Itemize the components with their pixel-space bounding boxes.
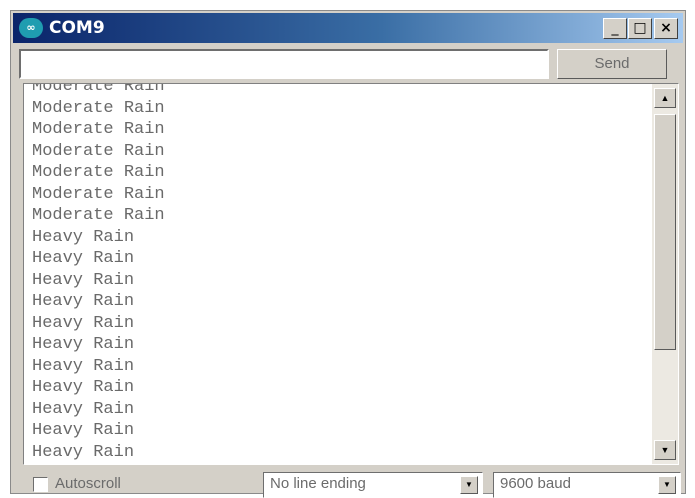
window-title: COM9 (49, 18, 105, 38)
autoscroll-label[interactable]: Autoscroll (55, 475, 121, 492)
output-line: Heavy Rain (32, 442, 135, 462)
output-line: Moderate Rain (32, 120, 165, 139)
output-line: Moderate Rain (32, 83, 165, 96)
output-line: Moderate Rain (32, 163, 165, 182)
output-line: Heavy Rain (32, 335, 135, 354)
output-line: Heavy Rain (32, 270, 135, 290)
arduino-logo-icon: ∞ (19, 18, 43, 38)
output-line: Heavy Rain (32, 313, 135, 333)
output-line: Heavy Rain (32, 292, 135, 311)
scroll-up-arrow-icon[interactable]: ▲ (654, 88, 676, 108)
output-line: Heavy Rain (32, 227, 135, 247)
minimize-button[interactable]: _ (603, 18, 627, 39)
serial-monitor-window: ∞ COM9 _ □ × Send Moderate Rain Moderate … (10, 10, 686, 498)
send-input[interactable] (19, 49, 549, 79)
close-button[interactable]: × (654, 18, 678, 39)
chevron-down-icon[interactable]: ▼ (658, 476, 676, 494)
vertical-scrollbar[interactable]: ▲ ▼ (652, 84, 678, 464)
send-button[interactable]: Send (557, 49, 667, 79)
output-line: Heavy Rain (32, 421, 135, 440)
maximize-button[interactable]: □ (628, 18, 652, 39)
output-line: Moderate Rain (32, 184, 165, 204)
output-line: Heavy Rain (32, 399, 135, 419)
output-line: Heavy Rain (32, 249, 135, 268)
chevron-down-icon[interactable]: ▼ (460, 476, 478, 494)
output-line: Heavy Rain (32, 378, 135, 397)
autoscroll-checkbox[interactable] (33, 477, 48, 492)
baud-rate-select[interactable]: 9600 baud ▼ (493, 472, 681, 498)
output-line: Moderate Rain (32, 206, 165, 225)
scroll-thumb[interactable] (654, 114, 676, 350)
line-ending-value: No line ending (270, 475, 366, 492)
output-line: Moderate Rain (32, 141, 165, 161)
baud-rate-value: 9600 baud (500, 475, 571, 492)
output-line: Moderate Rain (32, 98, 165, 118)
line-ending-select[interactable]: No line ending ▼ (263, 472, 483, 498)
scroll-down-arrow-icon[interactable]: ▼ (654, 440, 676, 460)
output-line: Heavy Rain (32, 356, 135, 376)
title-bar[interactable]: ∞ COM9 _ □ × (13, 13, 683, 43)
serial-output[interactable]: Moderate Rain Moderate Rain Moderate Rain M… (23, 83, 679, 465)
output-lines: Moderate Rain Moderate Rain Moderate Rain M… (32, 83, 646, 463)
